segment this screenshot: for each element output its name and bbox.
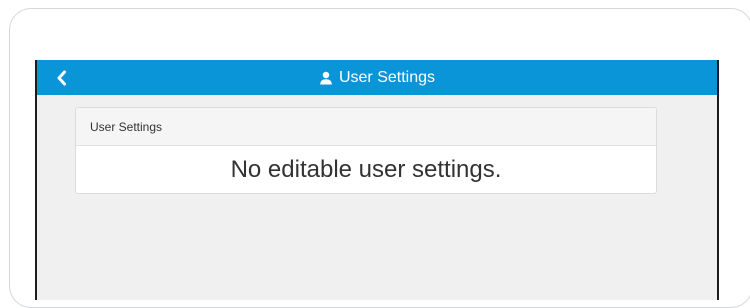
empty-state-message: No editable user settings.: [230, 155, 502, 183]
user-icon: [319, 71, 333, 85]
user-settings-panel: User Settings No editable user settings.: [75, 107, 657, 194]
app-screen: User Settings User Settings No editable …: [35, 60, 719, 300]
page-title: User Settings: [37, 60, 717, 95]
page-title-text: User Settings: [338, 68, 436, 86]
panel-heading: User Settings: [76, 108, 656, 146]
top-navigation-bar: User Settings: [37, 60, 717, 95]
